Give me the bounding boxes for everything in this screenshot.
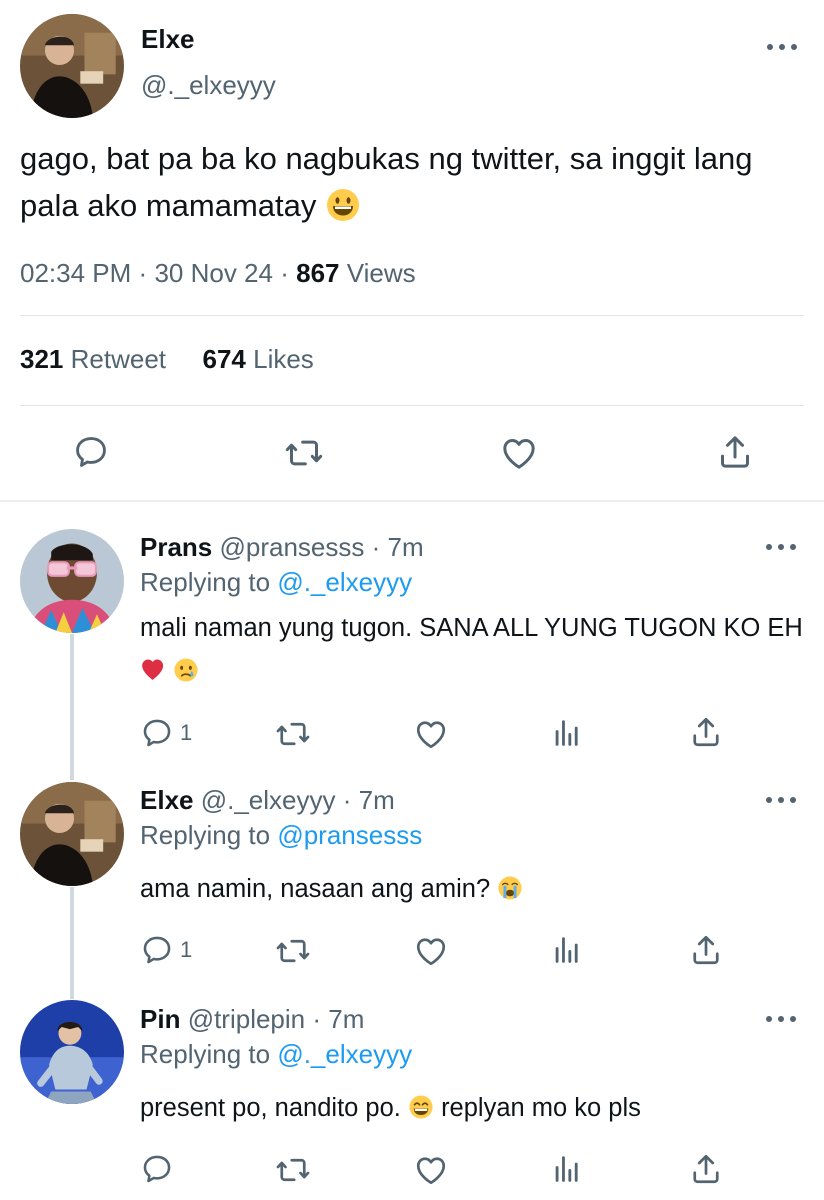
replying-to-handle[interactable]: @pransesss: [277, 820, 422, 850]
replying-to-label: Replying to: [140, 1039, 271, 1069]
replying-to-label: Replying to: [140, 567, 271, 597]
views-icon[interactable]: [550, 933, 584, 967]
author-handle[interactable]: @._elxeyyy: [141, 70, 276, 101]
retweets-count: 321: [20, 344, 64, 374]
tweet-text-body: gago, bat pa ba ko nagbukas ng twitter, …: [20, 141, 753, 223]
reply-author-name[interactable]: Pin: [140, 1004, 180, 1034]
reply-text-after: replyan mo ko pls: [441, 1094, 641, 1122]
replying-to: Replying to @._elxeyyy: [140, 1039, 412, 1070]
likes-stat[interactable]: 674 Likes: [202, 344, 313, 374]
thread-line: [70, 887, 74, 999]
reply-text-before: present po, nandito po.: [140, 1094, 401, 1122]
engagement-stats: 321 Retweet 674 Likes: [20, 344, 314, 375]
reply-header: Pin @triplepin · 7m: [140, 1004, 364, 1035]
crying-face-emoji-icon: [174, 658, 198, 682]
retweet-icon[interactable]: [275, 933, 311, 969]
like-icon[interactable]: [413, 716, 449, 752]
reply-icon[interactable]: [72, 433, 110, 471]
retweet-icon[interactable]: [275, 716, 311, 752]
reply-time: 7m: [328, 1004, 365, 1034]
like-icon[interactable]: [413, 1152, 449, 1188]
reply-button[interactable]: 1: [140, 716, 192, 750]
reply-icon: [140, 716, 174, 750]
reply-avatar[interactable]: [20, 529, 124, 633]
replying-to: Replying to @pransesss: [140, 820, 422, 851]
reply-author-handle[interactable]: @._elxeyyy: [201, 785, 336, 815]
replying-to: Replying to @._elxeyyy: [140, 567, 412, 598]
thread-line: [70, 634, 74, 780]
more-options-icon[interactable]: [766, 1014, 796, 1024]
meta-separator: ·: [280, 258, 289, 288]
reply-header: Elxe @._elxeyyy · 7m: [140, 785, 395, 816]
reply-count: 1: [180, 720, 193, 745]
tweet-date: 30 Nov 24: [154, 258, 273, 288]
reply-text-body: mali naman yung tugon. SANA ALL YUNG TUG…: [140, 614, 803, 642]
divider: [20, 315, 804, 316]
reply-time: 7m: [358, 785, 395, 815]
reply-button[interactable]: [140, 1152, 180, 1186]
replying-to-handle[interactable]: @._elxeyyy: [277, 1039, 412, 1069]
views-count: 867: [296, 258, 340, 288]
reply-author-handle[interactable]: @triplepin: [188, 1004, 305, 1034]
tweet-text: gago, bat pa ba ko nagbukas ng twitter, …: [20, 135, 810, 229]
reply-author-name[interactable]: Elxe: [140, 785, 194, 815]
reply-text-body: ama namin, nasaan ang amin?: [140, 875, 491, 903]
like-icon[interactable]: [499, 433, 539, 473]
retweet-icon[interactable]: [284, 433, 324, 473]
meta-separator: ·: [371, 532, 381, 562]
author-name[interactable]: Elxe: [141, 24, 195, 55]
more-options-icon[interactable]: [766, 542, 796, 552]
tweet-time: 02:34 PM: [20, 258, 132, 288]
reply-author-handle[interactable]: @pransesss: [220, 532, 365, 562]
reply-avatar[interactable]: [20, 782, 124, 886]
reply-text: ama namin, nasaan ang amin?: [140, 868, 810, 911]
retweet-icon[interactable]: [275, 1152, 311, 1188]
more-options-icon[interactable]: [767, 42, 797, 52]
divider: [20, 405, 804, 406]
views-label: Views: [346, 258, 416, 288]
views-icon[interactable]: [550, 1152, 584, 1186]
retweets-label: Retweet: [70, 344, 167, 374]
retweet-stat[interactable]: 321 Retweet: [20, 344, 166, 374]
views-icon[interactable]: [550, 716, 584, 750]
meta-separator: ·: [312, 1004, 322, 1034]
reply-icon: [140, 1152, 174, 1186]
like-icon[interactable]: [413, 933, 449, 969]
replying-to-label: Replying to: [140, 820, 271, 850]
tweet-metadata: 02:34 PM · 30 Nov 24 · 867 Views: [20, 258, 416, 289]
share-icon[interactable]: [688, 714, 724, 750]
author-avatar[interactable]: [20, 14, 124, 118]
likes-label: Likes: [253, 344, 314, 374]
reply-text: mali naman yung tugon. SANA ALL YUNG TUG…: [140, 607, 810, 693]
likes-count: 674: [202, 344, 246, 374]
section-divider: [0, 500, 824, 502]
reply-button[interactable]: 1: [140, 933, 192, 967]
reply-author-name[interactable]: Prans: [140, 532, 212, 562]
meta-separator: ·: [342, 785, 352, 815]
loudly-crying-face-emoji-icon: [498, 876, 522, 900]
beaming-face-emoji-icon: [409, 1095, 433, 1119]
more-options-icon[interactable]: [766, 795, 796, 805]
share-icon[interactable]: [688, 1151, 724, 1187]
grinning-face-emoji-icon: [327, 188, 359, 221]
share-icon[interactable]: [688, 932, 724, 968]
replying-to-handle[interactable]: @._elxeyyy: [277, 567, 412, 597]
reply-icon: [140, 933, 174, 967]
reply-header: Prans @pransesss · 7m: [140, 532, 424, 563]
share-icon[interactable]: [715, 432, 755, 472]
reply-avatar[interactable]: [20, 1000, 124, 1104]
broken-heart-emoji-icon: [142, 659, 164, 681]
meta-separator: ·: [138, 258, 148, 288]
reply-text: present po, nandito po. replyan mo ko pl…: [140, 1087, 810, 1130]
reply-count: 1: [180, 937, 193, 962]
reply-time: 7m: [387, 532, 424, 562]
